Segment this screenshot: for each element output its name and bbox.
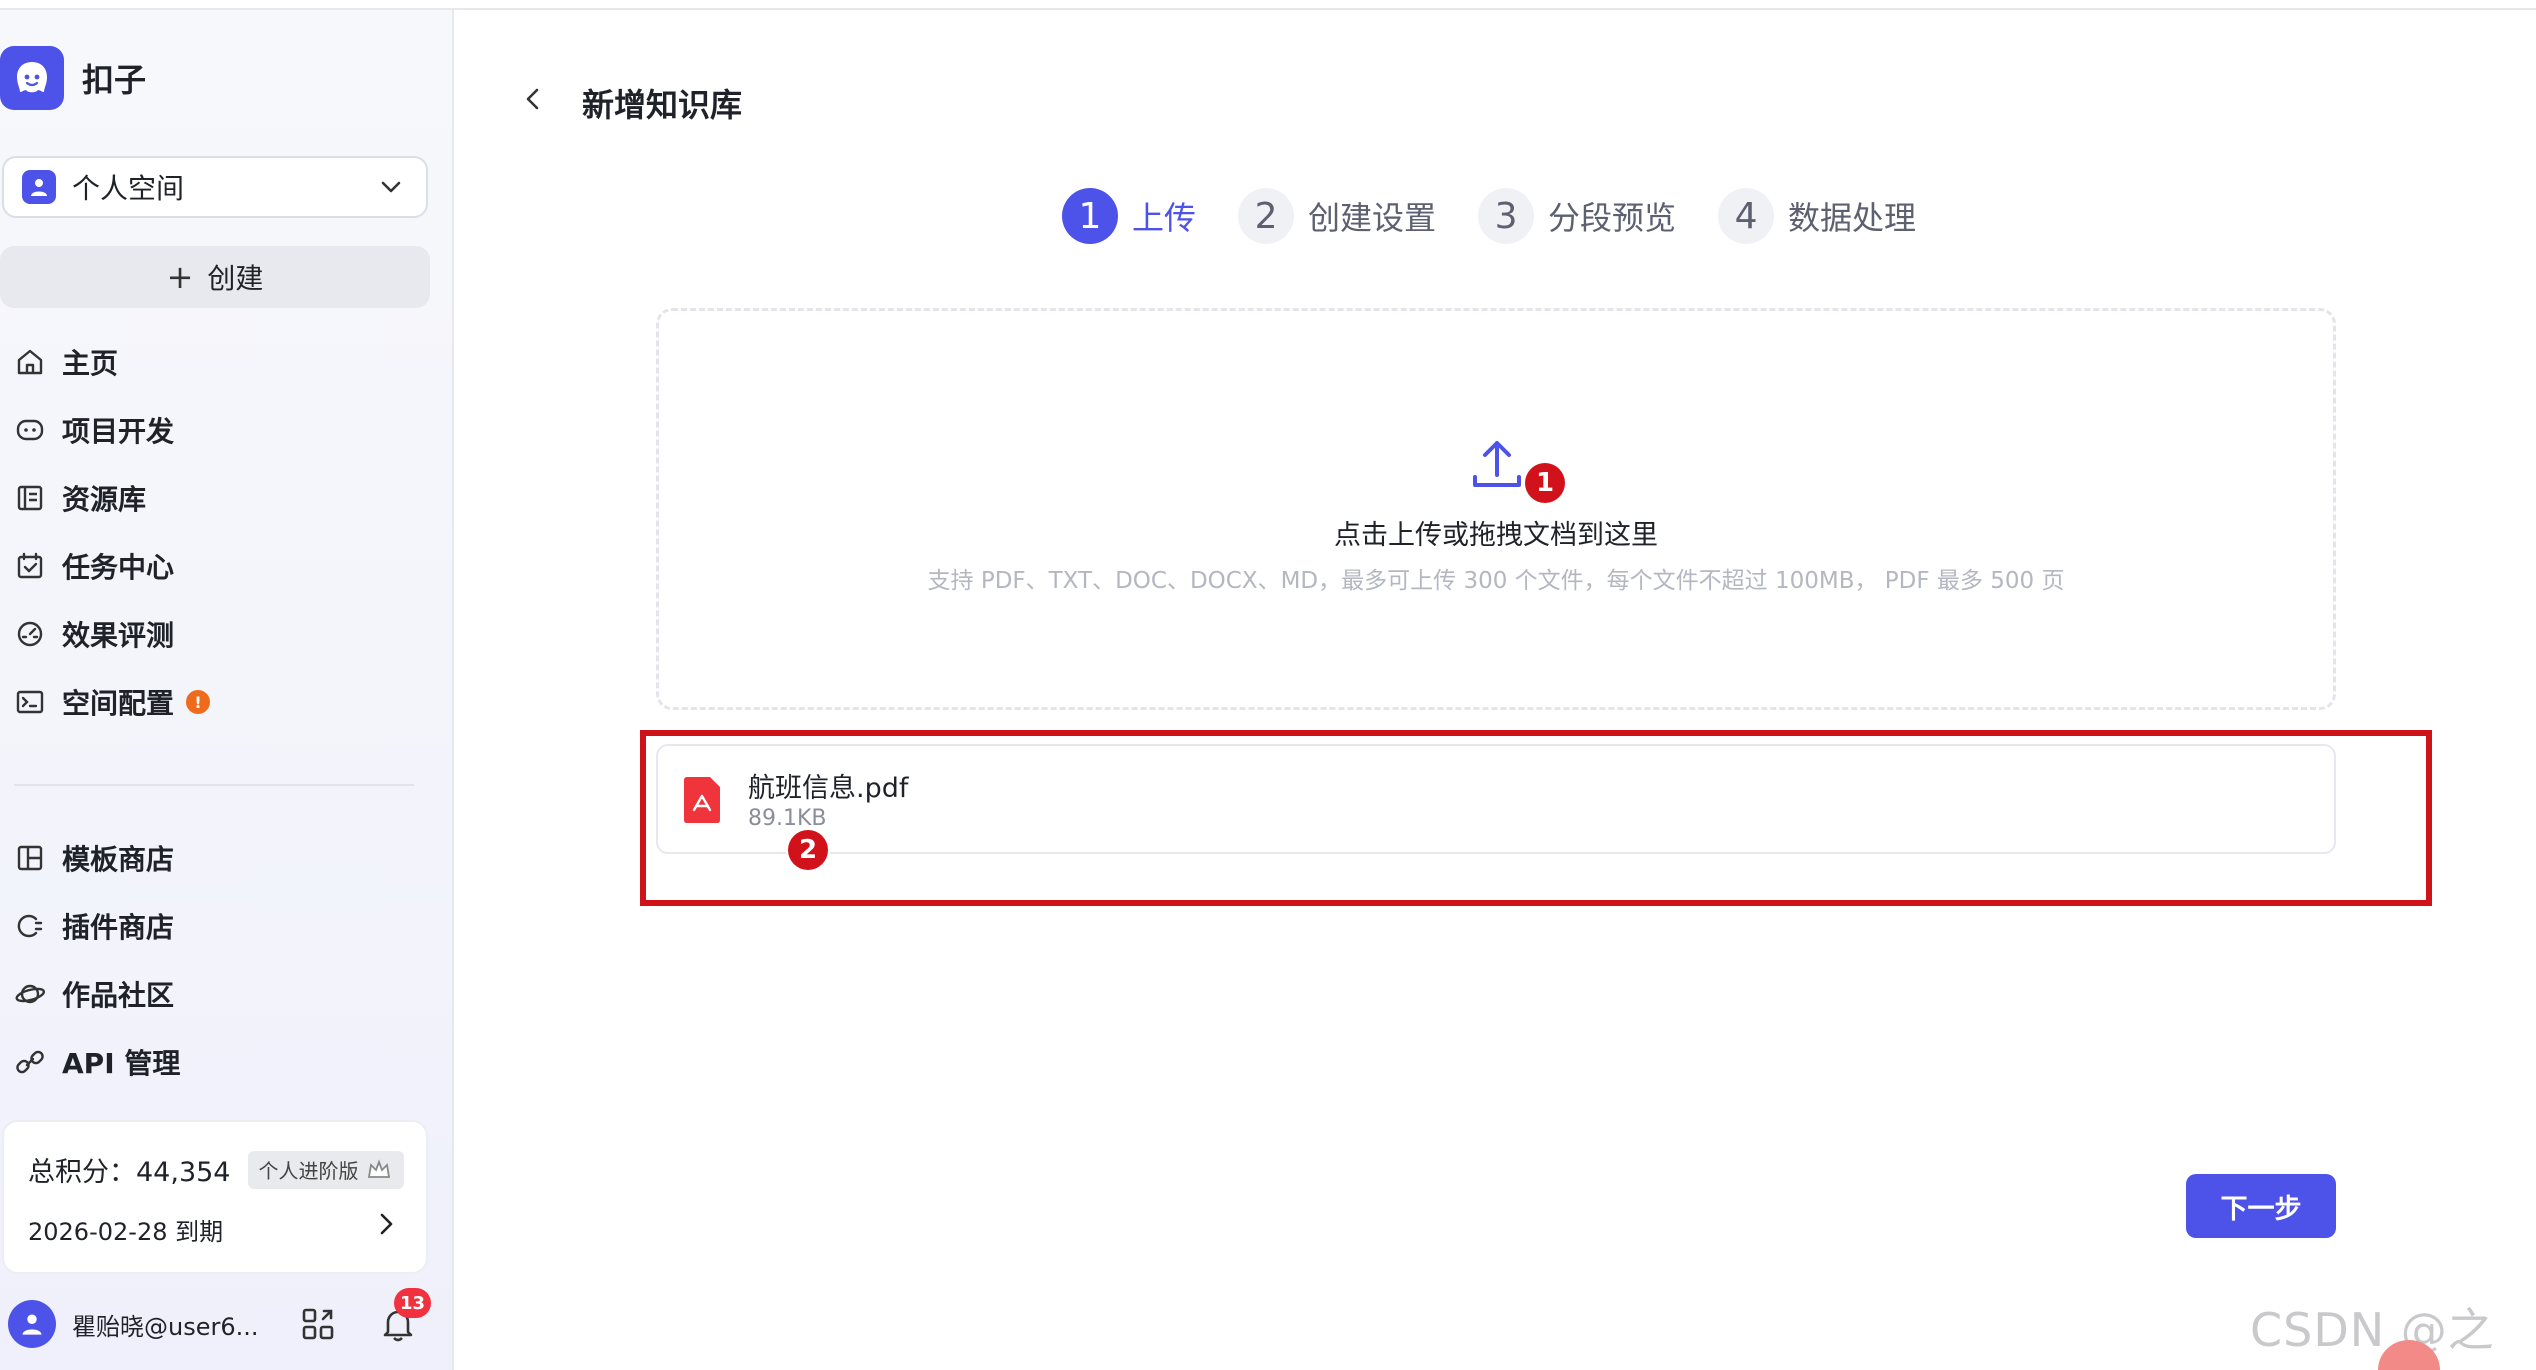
plan-expiry: 2026-02-28 到期: [28, 1218, 224, 1246]
step-label: 上传: [1132, 199, 1197, 237]
chevron-down-icon: [381, 181, 401, 193]
plus-icon: +: [166, 258, 194, 296]
step-number: 3: [1478, 188, 1535, 244]
next-step-button[interactable]: 下一步: [2186, 1174, 2336, 1238]
planet-icon: [15, 984, 46, 1004]
sidebar-item-label: 主页: [62, 347, 119, 380]
page-title: 新增知识库: [582, 86, 743, 124]
sidebar-item-templates[interactable]: 模板商店: [14, 824, 434, 892]
create-button[interactable]: + 创建: [0, 246, 430, 308]
sidebar-item-projects[interactable]: 项目开发: [14, 396, 434, 464]
brand-name: 扣子: [82, 61, 147, 99]
sidebar-item-home[interactable]: 主页: [14, 328, 434, 396]
project-icon: [16, 419, 44, 441]
upload-dropzone[interactable]: 1 点击上传或拖拽文档到这里 支持 PDF、TXT、DOC、DOCX、MD，最多…: [656, 308, 2336, 710]
sidebar-item-label: 作品社区: [62, 979, 175, 1012]
sidebar-item-label: API 管理: [62, 1047, 181, 1080]
step-number: 2: [1238, 188, 1295, 244]
username[interactable]: 瞿贻晓@user6...: [72, 1307, 272, 1342]
sidebar-item-label: 插件商店: [62, 911, 175, 944]
top-border: [0, 0, 2536, 10]
apps-grid-icon[interactable]: [300, 1306, 336, 1342]
alert-badge: !: [186, 690, 211, 714]
step-label: 创建设置: [1308, 199, 1437, 237]
nav-divider: [14, 784, 414, 786]
sidebar-item-label: 项目开发: [62, 415, 175, 448]
sidebar-nav: 主页 项目开发 资源库 任务中心 效果评测 空间配置 !: [14, 328, 434, 736]
sidebar: 扣子 个人空间 + 创建 主页 项目开发 资源库 任务中心 效果评测 空间配置 …: [0, 10, 454, 1370]
annotation-marker: 2: [788, 830, 828, 870]
file-item[interactable]: 航班信息.pdf 89.1KB 2: [656, 744, 2336, 870]
app-root: 扣子 个人空间 + 创建 主页 项目开发 资源库 任务中心 效果评测 空间配置 …: [0, 0, 2536, 1370]
template-icon: [17, 845, 43, 871]
step-upload[interactable]: 1 上传: [1062, 188, 1196, 244]
sidebar-item-label: 效果评测: [62, 619, 175, 652]
sidebar-item-community[interactable]: 作品社区: [14, 960, 434, 1028]
home-icon: [17, 349, 43, 375]
user-bar: 瞿贻晓@user6... 13: [8, 1288, 448, 1354]
create-label: 创建: [207, 262, 264, 295]
stepper: 1 上传 2 创建设置 3 分段预览 4 数据处理: [1062, 186, 1958, 246]
coze-logo-icon: [0, 46, 64, 110]
back-arrow-icon[interactable]: [518, 84, 548, 114]
upload-icon: [1473, 441, 1521, 487]
sidebar-item-label: 任务中心: [62, 551, 175, 584]
task-icon: [17, 552, 43, 579]
points-total: 总积分：44,354: [28, 1157, 231, 1188]
step-number: 4: [1718, 188, 1775, 244]
file-name: 航班信息.pdf: [748, 773, 909, 804]
avatar[interactable]: [8, 1300, 56, 1348]
step-number: 1: [1062, 188, 1118, 244]
sidebar-item-plugins[interactable]: 插件商店: [14, 892, 434, 960]
brand[interactable]: 扣子: [0, 44, 146, 112]
sidebar-item-label: 空间配置: [62, 687, 175, 720]
dropzone-hint: 支持 PDF、TXT、DOC、DOCX、MD，最多可上传 300 个文件，每个文…: [927, 568, 2065, 594]
notification-count: 13: [394, 1288, 432, 1318]
file-size: 89.1KB: [748, 806, 827, 831]
sidebar-item-space-config[interactable]: 空间配置 !: [14, 668, 434, 736]
space-label: 个人空间: [72, 172, 185, 205]
plan-badge: 个人进阶版: [248, 1150, 405, 1189]
sidebar-item-label: 资源库: [62, 483, 147, 516]
step-create-settings[interactable]: 2 创建设置: [1238, 188, 1436, 244]
sidebar-nav-secondary: 模板商店 插件商店 作品社区 API 管理: [14, 824, 434, 1096]
points-row: 总积分：44,354 个人进阶版: [28, 1150, 405, 1189]
plan-label: 个人进阶版: [258, 1159, 359, 1183]
gauge-icon: [17, 621, 43, 647]
chevron-right-icon: [380, 1213, 393, 1235]
sidebar-item-tasks[interactable]: 任务中心: [14, 532, 434, 600]
link-icon: [16, 1050, 44, 1074]
sidebar-item-label: 模板商店: [62, 843, 175, 876]
terminal-icon: [16, 690, 44, 714]
space-selector[interactable]: 个人空间: [2, 156, 428, 218]
annotation-marker: 1: [1525, 463, 1565, 503]
library-icon: [17, 485, 43, 511]
plugin-icon: [17, 914, 43, 938]
step-segment-preview[interactable]: 3 分段预览: [1478, 188, 1676, 244]
step-label: 分段预览: [1548, 199, 1677, 237]
crown-icon: [368, 1158, 391, 1178]
step-data-processing[interactable]: 4 数据处理: [1718, 188, 1916, 244]
pdf-file-icon: [684, 777, 720, 823]
sidebar-item-library[interactable]: 资源库: [14, 464, 434, 532]
step-label: 数据处理: [1788, 199, 1917, 237]
sidebar-item-evaluation[interactable]: 效果评测: [14, 600, 434, 668]
points-card[interactable]: 总积分：44,354 个人进阶版 2026-02-28 到期: [2, 1120, 428, 1274]
user-icon: [22, 170, 56, 204]
dropzone-title: 点击上传或拖拽文档到这里: [1334, 520, 1658, 551]
sidebar-item-api[interactable]: API 管理: [14, 1028, 434, 1096]
